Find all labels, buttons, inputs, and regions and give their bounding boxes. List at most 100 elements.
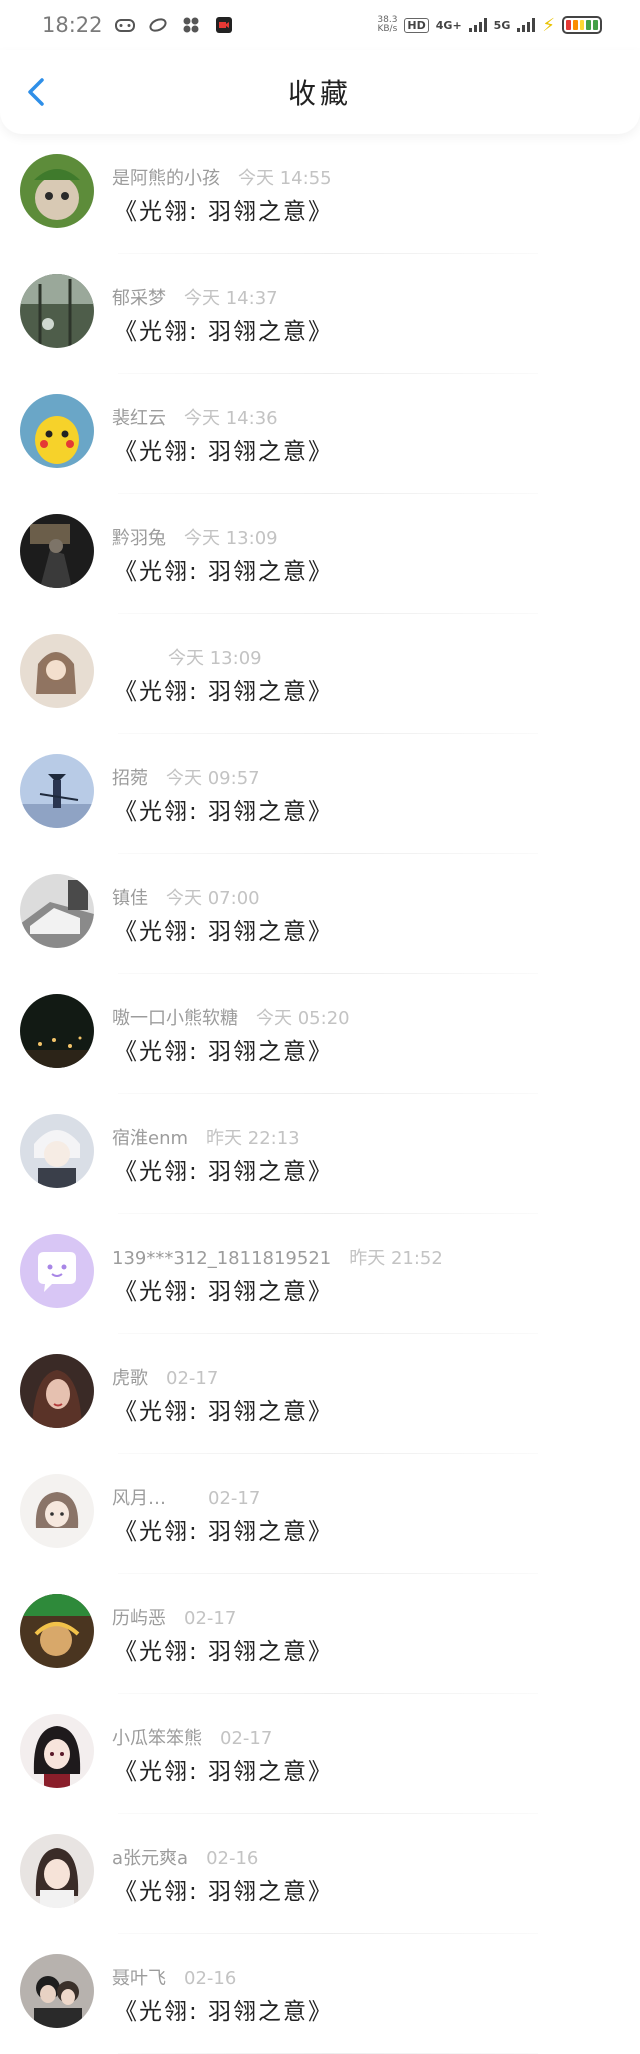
item-title: 《光翎: 羽翎之意》 [114,1999,334,2025]
user-name: 小瓜笨笨熊 [112,1728,202,1749]
item-time: 02-17 [184,1608,237,1629]
item-meta: 镇佳 今天 07:00 [112,884,260,910]
item-meta: 风月… 02-17 [112,1484,260,1510]
list-item[interactable]: 历屿恶 02-17 《光翎: 羽翎之意》 [0,1574,640,1694]
list-item[interactable]: 是阿熊的小孩 今天 14:55 《光翎: 羽翎之意》 [0,134,640,254]
user-name: 历屿恶 [112,1608,166,1629]
item-time: 今天 14:55 [238,168,332,189]
item-time: 昨天 22:13 [206,1128,300,1149]
user-name: 聂叶飞 [112,1968,166,1989]
item-title: 《光翎: 羽翎之意》 [114,1879,334,1905]
item-time: 今天 13:09 [168,648,262,669]
item-meta: 嗷一口小熊软糖 今天 05:20 [112,1004,350,1030]
avatar[interactable] [20,514,94,588]
network-type-2: 5G [493,18,511,32]
item-title: 《光翎: 羽翎之意》 [114,1519,334,1545]
list-item[interactable]: 风月… 02-17 《光翎: 羽翎之意》 [0,1454,640,1574]
item-time: 02-17 [208,1488,261,1509]
favorites-list: 是阿熊的小孩 今天 14:55 《光翎: 羽翎之意》 郁采梦 今天 14:37 《光… [0,134,640,2054]
user-name: 风月… [112,1488,166,1509]
item-meta: 历屿恶 02-17 [112,1604,236,1630]
status-bar: 18:22 38.3 KB/s HD 4G+ 5G ⚡ [0,0,640,50]
user-name: 郁采梦 [112,288,166,309]
link-icon [147,15,169,35]
item-title: 《光翎: 羽翎之意》 [114,1639,334,1665]
hd-badge: HD [404,17,429,33]
charging-icon: ⚡ [542,14,555,36]
list-item[interactable]: a张元爽a 02-16 《光翎: 羽翎之意》 [0,1814,640,1934]
avatar[interactable] [20,874,94,948]
status-bar-left: 18:22 [42,13,235,37]
network-speed-unit: KB/s [377,24,398,34]
avatar[interactable] [20,394,94,468]
user-name: 是阿熊的小孩 [112,168,220,189]
avatar[interactable] [20,1114,94,1188]
item-time: 02-16 [206,1848,259,1869]
clock: 18:22 [42,13,103,37]
list-item[interactable]: 镇佳 今天 07:00 《光翎: 羽翎之意》 [0,854,640,974]
user-name: 虎歌 [112,1368,148,1389]
avatar[interactable] [20,154,94,228]
fan-icon [180,15,202,35]
item-title: 《光翎: 羽翎之意》 [114,1759,334,1785]
item-meta: a张元爽a 02-16 [112,1844,258,1870]
item-meta: 虎歌 02-17 [112,1364,218,1390]
list-item[interactable]: 黔羽兔 今天 13:09 《光翎: 羽翎之意》 [0,494,640,614]
item-meta: 裴红云 今天 14:36 [112,404,278,430]
item-meta: 郁采梦 今天 14:37 [112,284,278,310]
page-title: 收藏 [287,77,352,110]
item-title: 《光翎: 羽翎之意》 [114,799,334,825]
item-meta: 招菀 今天 09:57 [112,764,260,790]
game-icon [114,15,136,35]
item-meta: 黔羽兔 今天 13:09 [112,524,278,550]
item-time: 今天 07:00 [166,888,260,909]
user-name: 裴红云 [112,408,166,429]
item-title: 《光翎: 羽翎之意》 [114,199,334,225]
avatar[interactable] [20,754,94,828]
list-item[interactable]: 郁采梦 今天 14:37 《光翎: 羽翎之意》 [0,254,640,374]
user-name: 黔羽兔 [112,528,166,549]
item-time: 昨天 21:52 [349,1248,443,1269]
item-title: 《光翎: 羽翎之意》 [114,1039,334,1065]
list-item[interactable]: 宿淮enm 昨天 22:13 《光翎: 羽翎之意》 [0,1094,640,1214]
avatar[interactable] [20,994,94,1068]
item-time: 02-17 [220,1728,273,1749]
item-time: 今天 13:09 [184,528,278,549]
status-bar-right: 38.3 KB/s HD 4G+ 5G ⚡ [377,15,602,36]
avatar[interactable] [20,1234,94,1308]
item-title: 《光翎: 羽翎之意》 [114,439,334,465]
avatar[interactable] [20,274,94,348]
item-meta: 宿淮enm 昨天 22:13 [112,1124,300,1150]
list-item[interactable]: 裴红云 今天 14:36 《光翎: 羽翎之意》 [0,374,640,494]
list-item[interactable]: 聂叶飞 02-16 《光翎: 羽翎之意》 [0,1934,640,2054]
item-title: 《光翎: 羽翎之意》 [114,1279,334,1305]
header-bar: 收藏 [0,50,640,134]
avatar[interactable] [20,1834,94,1908]
list-item[interactable]: 虎歌 02-17 《光翎: 羽翎之意》 [0,1334,640,1454]
item-meta: 聂叶飞 02-16 [112,1964,236,1990]
item-time: 今天 09:57 [166,768,260,789]
item-time: 今天 14:36 [184,408,278,429]
item-meta: 是阿熊的小孩 今天 14:55 [112,164,332,190]
video-icon [213,15,235,35]
avatar[interactable] [20,634,94,708]
item-title: 《光翎: 羽翎之意》 [114,919,334,945]
item-time: 今天 14:37 [184,288,278,309]
list-item[interactable]: 今天 13:09 《光翎: 羽翎之意》 [0,614,640,734]
avatar[interactable] [20,1354,94,1428]
item-time: 02-17 [166,1368,219,1389]
list-item[interactable]: 嗷一口小熊软糖 今天 05:20 《光翎: 羽翎之意》 [0,974,640,1094]
signal-2-icon [517,18,536,32]
avatar[interactable] [20,1594,94,1668]
list-item[interactable]: 139***312_1811819521 昨天 21:52 《光翎: 羽翎之意》 [0,1214,640,1334]
list-item[interactable]: 招菀 今天 09:57 《光翎: 羽翎之意》 [0,734,640,854]
signal-1-icon [468,18,487,32]
item-meta: 139***312_1811819521 昨天 21:52 [112,1244,443,1270]
list-item[interactable]: 小瓜笨笨熊 02-17 《光翎: 羽翎之意》 [0,1694,640,1814]
item-title: 《光翎: 羽翎之意》 [114,319,334,345]
item-title: 《光翎: 羽翎之意》 [114,1399,334,1425]
avatar[interactable] [20,1954,94,2028]
item-title: 《光翎: 羽翎之意》 [114,1159,334,1185]
avatar[interactable] [20,1474,94,1548]
avatar[interactable] [20,1714,94,1788]
